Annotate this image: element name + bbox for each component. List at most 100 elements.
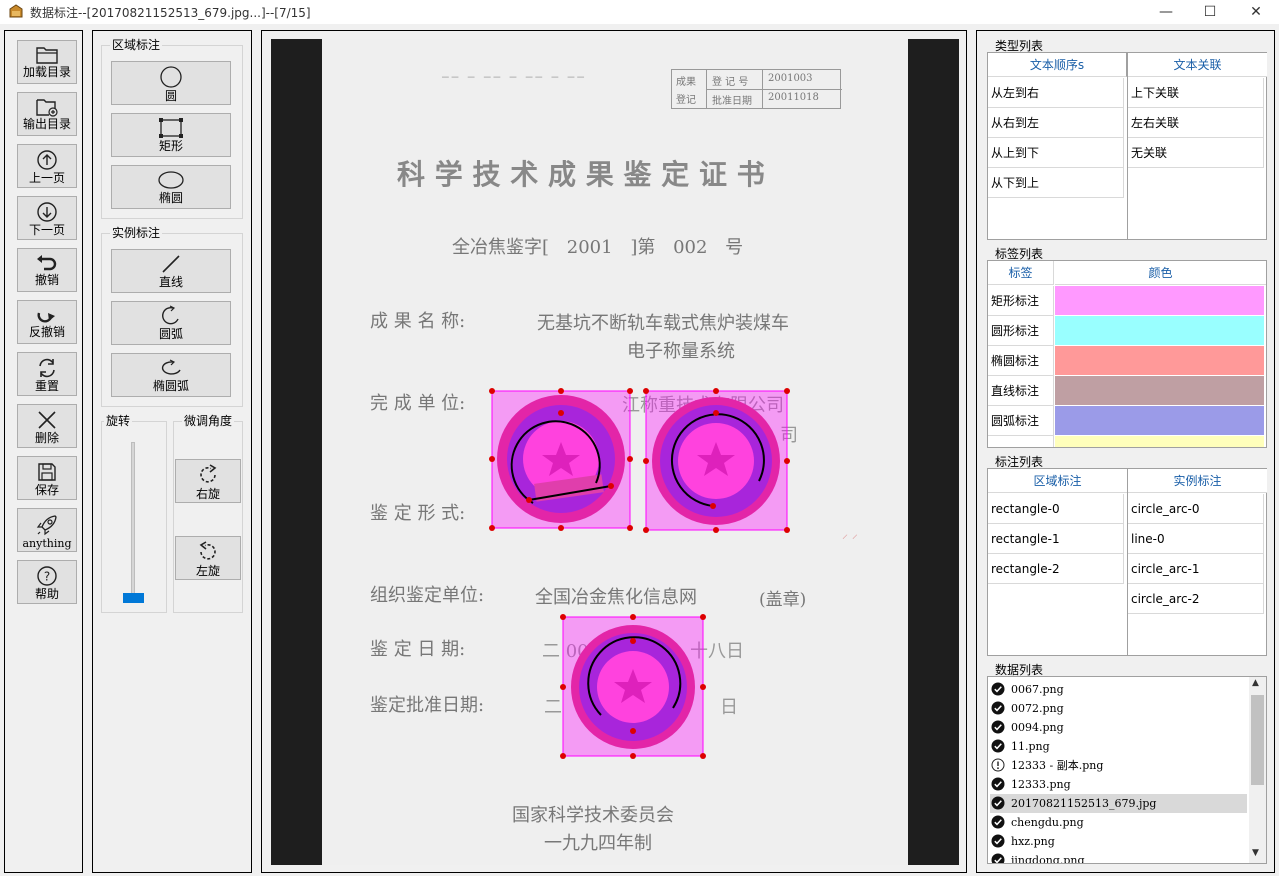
check-circle-icon (991, 815, 1005, 829)
rectangle-2-annotation[interactable] (560, 614, 706, 759)
check-circle-icon (991, 682, 1005, 696)
relation-item[interactable]: 无关联 (1128, 138, 1264, 168)
rotate-left-button[interactable]: 左旋 (175, 536, 241, 580)
file-list-item[interactable]: jingdong.png (990, 851, 1247, 863)
scroll-up-icon[interactable]: ▲ (1252, 678, 1259, 688)
folder-icon (36, 47, 58, 64)
file-list-scrollbar[interactable]: ▲ ▼ (1249, 677, 1266, 863)
file-list-item[interactable]: 0072.png (990, 699, 1247, 718)
label-item[interactable]: 圆形标注 (988, 316, 1054, 346)
folder-add-icon (36, 99, 58, 117)
arrow-down-circle-icon (37, 202, 57, 222)
label-item[interactable]: 椭圆标注 (988, 346, 1054, 376)
output-dir-button[interactable]: 输出目录 (17, 92, 77, 136)
rotate-slider-thumb[interactable] (123, 593, 144, 603)
region-annot-item[interactable]: rectangle-2 (988, 554, 1124, 584)
output-dir-label: 输出目录 (22, 117, 71, 131)
circle-tool-label: 圆 (164, 89, 177, 103)
load-dir-button[interactable]: 加载目录 (17, 40, 77, 84)
reset-button[interactable]: 重置 (17, 352, 77, 396)
check-circle-icon (991, 701, 1005, 715)
color-header[interactable]: 颜色 (1055, 261, 1266, 285)
ellipse-icon (158, 171, 184, 189)
rotate-right-icon (200, 464, 217, 483)
ellipse-tool-label: 椭圆 (158, 191, 183, 205)
data-file-list[interactable]: 0067.png 0072.png 0094.png 11.png 12333 - 副本… (987, 676, 1267, 864)
color-swatch[interactable] (1055, 436, 1264, 447)
prev-page-button[interactable]: 上一页 (17, 144, 77, 188)
color-swatch[interactable] (1055, 346, 1264, 376)
file-name: 11.png (1011, 740, 1050, 753)
file-name: 12333 - 副本.png (1011, 759, 1104, 772)
region-annot-item[interactable]: rectangle-1 (988, 524, 1124, 554)
order-header[interactable]: 文本顺序s (988, 53, 1127, 77)
order-item[interactable]: 从上到下 (988, 138, 1124, 168)
image-viewport[interactable]: ── ─ ── ─ ── ─ ── 成果 登记 登 记 号 2001003 批准… (271, 39, 959, 865)
file-name: 20170821152513_679.jpg (1011, 797, 1157, 810)
order-item[interactable]: 从下到上 (988, 168, 1124, 198)
label-item[interactable]: 矩形标注 (988, 286, 1054, 316)
minimize-button[interactable]: — (1157, 3, 1175, 21)
region-annot-item[interactable]: rectangle-0 (988, 494, 1124, 524)
instance-annot-header[interactable]: 实例标注 (1128, 469, 1267, 493)
next-page-button[interactable]: 下一页 (17, 196, 77, 240)
undo-button[interactable]: 撤销 (17, 248, 77, 292)
scroll-down-icon[interactable]: ▼ (1252, 848, 1259, 858)
order-item[interactable]: 从右到左 (988, 108, 1124, 138)
close-button[interactable]: ✕ (1247, 3, 1265, 21)
order-item[interactable]: 从左到右 (988, 78, 1124, 108)
ellipse-arc-icon (161, 359, 181, 375)
refresh-icon (39, 358, 55, 378)
label-item[interactable]: 直线标注 (988, 376, 1054, 406)
label-header[interactable]: 标签 (988, 261, 1054, 285)
maximize-button[interactable]: ☐ (1201, 3, 1219, 21)
help-button[interactable]: ? 帮助 (17, 560, 77, 604)
color-swatch[interactable] (1055, 376, 1264, 406)
instance-annot-item[interactable]: circle_arc-2 (1128, 584, 1264, 614)
ellipse-tool-button[interactable]: 椭圆 (111, 165, 231, 209)
file-list-item[interactable]: 12333 - 副本.png (990, 756, 1247, 775)
fine-angle-title: 微调角度 (182, 413, 235, 429)
rectangle-0-annotation[interactable] (489, 388, 633, 531)
annotation-tools-panel: 区域标注 圆 矩形 椭圆 实例标注 直线 圆弧 椭圆弧 旋转 微调角度 右旋 左… (92, 30, 252, 873)
label-item[interactable] (988, 436, 1054, 447)
file-list-item[interactable]: 0094.png (990, 718, 1247, 737)
arc-tool-button[interactable]: 圆弧 (111, 301, 231, 345)
relation-item[interactable]: 上下关联 (1128, 78, 1264, 108)
canvas-panel: ── ─ ── ─ ── ─ ── 成果 登记 登 记 号 2001003 批准… (261, 30, 967, 873)
annotation-overlay[interactable] (271, 39, 959, 865)
file-list-item[interactable]: 0067.png (990, 680, 1247, 699)
arrow-up-circle-icon (37, 150, 57, 170)
file-list-item[interactable]: 20170821152513_679.jpg (990, 794, 1247, 813)
relation-header[interactable]: 文本关联 (1128, 53, 1267, 77)
anything-label: anything (22, 537, 72, 550)
relation-item[interactable]: 左右关联 (1128, 108, 1264, 138)
redo-button[interactable]: 反撤销 (17, 300, 77, 344)
rotate-right-button[interactable]: 右旋 (175, 459, 241, 503)
rectangle-1-annotation[interactable] (643, 388, 790, 533)
region-annot-header[interactable]: 区域标注 (988, 469, 1127, 493)
color-swatch[interactable] (1055, 286, 1264, 316)
arc-icon (162, 305, 179, 325)
rectangle-tool-button[interactable]: 矩形 (111, 113, 231, 157)
delete-button[interactable]: 删除 (17, 404, 77, 448)
check-circle-icon (991, 796, 1005, 810)
scroll-thumb[interactable] (1251, 695, 1264, 785)
file-list-item[interactable]: chengdu.png (990, 813, 1247, 832)
color-swatch[interactable] (1055, 406, 1264, 436)
file-list-item[interactable]: 11.png (990, 737, 1247, 756)
file-list-item[interactable]: 12333.png (990, 775, 1247, 794)
instance-annot-item[interactable]: circle_arc-1 (1128, 554, 1264, 584)
line-tool-button[interactable]: 直线 (111, 249, 231, 293)
check-circle-icon (991, 739, 1005, 753)
instance-annot-item[interactable]: circle_arc-0 (1128, 494, 1264, 524)
circle-tool-button[interactable]: 圆 (111, 61, 231, 105)
label-item[interactable]: 圆弧标注 (988, 406, 1054, 436)
ellipse-arc-tool-button[interactable]: 椭圆弧 (111, 353, 231, 397)
instance-annot-item[interactable]: line-0 (1128, 524, 1264, 554)
anything-button[interactable]: anything (17, 508, 77, 552)
rotate-slider-track[interactable] (131, 442, 135, 602)
file-list-item[interactable]: hxz.png (990, 832, 1247, 851)
color-swatch[interactable] (1055, 316, 1264, 346)
save-button[interactable]: 保存 (17, 456, 77, 500)
